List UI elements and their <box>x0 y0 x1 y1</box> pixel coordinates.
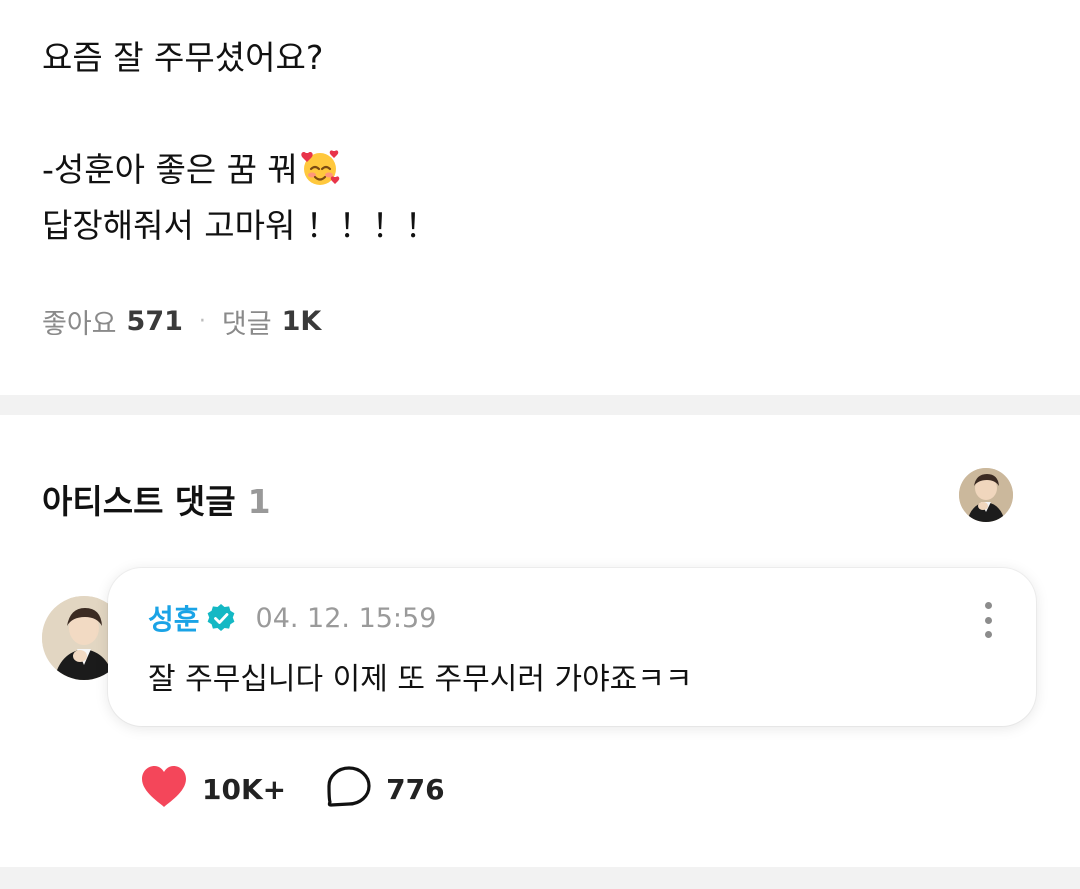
artist-comments-count: 1 <box>247 482 271 521</box>
comment-actions: 10K+ 776 <box>140 765 445 813</box>
speech-bubble-icon <box>326 765 372 813</box>
section-divider <box>0 395 1080 415</box>
like-count: 10K+ <box>202 772 287 806</box>
heart-icon <box>140 765 188 813</box>
stats-separator: · <box>198 309 206 334</box>
smiling-face-with-hearts-icon <box>300 147 340 204</box>
likes-label[interactable]: 좋아요 <box>42 302 117 341</box>
comments-count[interactable]: 1K <box>282 306 322 337</box>
comment-author[interactable]: 성훈 <box>148 598 200 638</box>
comment-text: 잘 주무십니다 이제 또 주무시러 가야죠ㅋㅋ <box>148 662 693 697</box>
more-dot <box>984 631 992 638</box>
comment-header: 성훈 04. 12. 15:59 <box>148 598 436 638</box>
artist-comments-section: 아티스트 댓글 1 성훈 04. 12. 15:59 잘 주무십니다 이제 또 … <box>0 415 1080 867</box>
post-line-3: -성훈아 좋은 꿈 꿔 <box>42 142 1002 198</box>
verified-badge-icon <box>206 603 236 633</box>
artist-avatar-small[interactable] <box>959 468 1013 522</box>
post-blank-line <box>42 86 1002 142</box>
post-line-3-text: -성훈아 좋은 꿈 꿔 <box>42 150 298 189</box>
reply-button[interactable]: 776 <box>326 765 445 813</box>
bottom-divider <box>0 867 1080 889</box>
comments-label[interactable]: 댓글 <box>222 302 272 341</box>
likes-count[interactable]: 571 <box>127 306 183 337</box>
more-dot <box>984 602 992 609</box>
artist-comments-title-text: 아티스트 댓글 <box>42 482 236 521</box>
post-body: 요즘 잘 주무셨어요? -성훈아 좋은 꿈 꿔 답장해줘서 고마워 ！！！！ <box>42 30 1002 254</box>
reply-count: 776 <box>386 772 445 806</box>
more-dot <box>984 616 992 624</box>
like-button[interactable]: 10K+ <box>140 765 286 813</box>
more-options-icon[interactable] <box>978 602 998 638</box>
post-line-1: 요즘 잘 주무셨어요? <box>42 38 324 77</box>
artist-comment-card[interactable]: 성훈 04. 12. 15:59 잘 주무십니다 이제 또 주무시러 가야죠ㅋㅋ <box>108 568 1036 726</box>
comment-timestamp: 04. 12. 15:59 <box>255 602 437 634</box>
post-stats: 좋아요 571 · 댓글 1K <box>42 302 321 341</box>
post-section: 요즘 잘 주무셨어요? -성훈아 좋은 꿈 꿔 답장해줘서 고마워 ！！！！ 좋… <box>0 0 1080 395</box>
post-line-4: 답장해줘서 고마워 ！！！！ <box>42 206 438 245</box>
artist-comments-title: 아티스트 댓글 1 <box>42 475 271 523</box>
